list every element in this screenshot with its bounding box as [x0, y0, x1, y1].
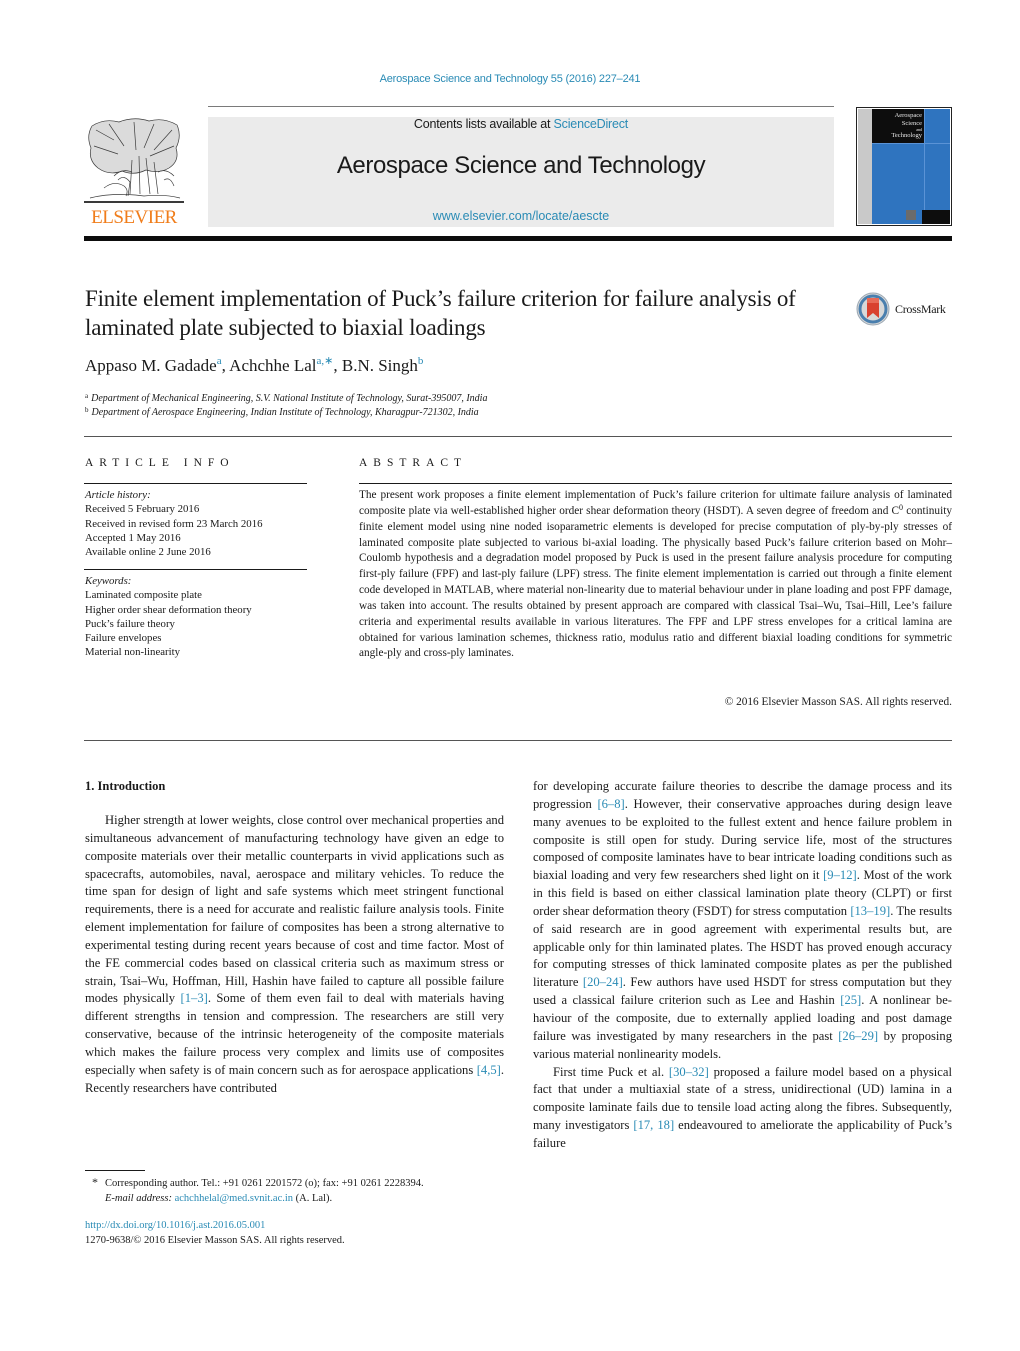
email-suffix: (A. Lal). — [293, 1193, 333, 1204]
elsevier-wordmark: ELSEVIER — [91, 207, 177, 228]
keyword-item: Puck’s failure theory — [85, 617, 175, 630]
abstract-text-part: continuity finite element model using ni… — [359, 504, 953, 660]
citation-link[interactable]: [1–3] — [181, 991, 208, 1005]
contents-line: Contents lists available at ScienceDirec… — [208, 117, 834, 131]
abstract-text: The present work proposes a finite eleme… — [359, 488, 952, 662]
crossmark-icon — [856, 292, 890, 326]
abstract-heading: ABSTRACT — [359, 457, 468, 469]
author-name: B.N. Singh — [341, 356, 418, 375]
cover-bottom-panel — [922, 210, 950, 224]
contents-prefix: Contents lists available at — [413, 117, 554, 131]
footnote: * Corresponding author. Tel.: +91 0261 22… — [85, 1175, 505, 1206]
email-label: E-mail address: — [105, 1193, 172, 1204]
journal-reference-link[interactable]: Aerospace Science and Technology 55 (201… — [0, 73, 1020, 85]
journal-title: Aerospace Science and Technology — [336, 152, 706, 179]
history-item: Received 5 February 2016 — [85, 503, 200, 516]
footnote-rule — [85, 1170, 145, 1171]
history-item: Available online 2 June 2016 — [85, 546, 211, 559]
masthead-bottom-rule — [84, 236, 952, 241]
author-list: Appaso M. Gadadea, Achchhe Lala,∗, B.N. … — [85, 355, 424, 376]
citation-link[interactable]: [4,5] — [477, 1063, 501, 1077]
keyword-item: Failure envelopes — [85, 632, 162, 645]
affiliation-item: a Department of Mechanical Engineering, S… — [85, 392, 487, 406]
body-column-left: Higher strength at lower weights, close … — [85, 812, 504, 1098]
divider — [359, 483, 952, 484]
citation-link[interactable]: [26–29] — [838, 1029, 878, 1043]
corresponding-author-text: Corresponding author. Tel.: +91 0261 220… — [105, 1178, 424, 1189]
elsevier-tree-icon — [84, 118, 184, 203]
sciencedirect-link[interactable]: ScienceDirect — [554, 117, 629, 131]
affiliation-text: Department of Mechanical Engineering, S.… — [91, 393, 488, 404]
cover-title-line: Technology — [891, 132, 922, 139]
keyword-item: Material non-linearity — [85, 646, 181, 659]
crossmark-label: CrossMark — [895, 302, 946, 316]
masthead-box: Contents lists available at ScienceDirec… — [208, 117, 834, 227]
divider — [84, 740, 952, 741]
cover-title-line: Aerospace — [894, 112, 922, 119]
cover-title: Aerospace Science and Technology — [872, 112, 922, 140]
cover-divider — [872, 143, 950, 144]
doi-block: http://dx.doi.org/10.1016/j.ast.2016.05.… — [85, 1218, 345, 1248]
affiliation-text: Department of Aerospace Engineering, Ind… — [91, 407, 479, 418]
author-name: Appaso M. Gadade — [85, 356, 217, 375]
cover-spine-strip — [858, 109, 872, 224]
article-info-heading: ARTICLE INFO — [85, 457, 235, 469]
corresponding-author-note: * Corresponding author. Tel.: +91 0261 22… — [85, 1175, 505, 1191]
history-item: Received in revised form 23 March 2016 — [85, 517, 263, 530]
keywords-label: Keywords: — [85, 575, 132, 587]
author-name: Achchhe Lal — [229, 356, 317, 375]
affiliation-mark: a — [85, 392, 89, 400]
paragraph: for developing accurate failure theories… — [533, 778, 952, 1064]
keyword-item: Laminated composite plate — [85, 589, 202, 602]
affiliations: a Department of Mechanical Engineering, S… — [85, 392, 487, 420]
journal-cover-thumbnail[interactable]: Aerospace Science and Technology — [856, 107, 952, 226]
cover-publisher-logo-icon — [906, 210, 916, 220]
footnote-star: * — [92, 1175, 98, 1189]
citation-link[interactable]: [9–12] — [823, 868, 857, 882]
citation-link[interactable]: [17, 18] — [633, 1118, 674, 1132]
citation-link[interactable]: [6–8] — [597, 797, 624, 811]
crossmark-button[interactable]: CrossMark — [855, 291, 955, 329]
cover-title-line: Science — [901, 119, 922, 127]
article-history: Article history: Received 5 February 201… — [85, 488, 310, 559]
citation-link[interactable]: [25] — [840, 993, 861, 1007]
section-heading-introduction: 1. Introduction — [85, 779, 166, 793]
body-text: First time Puck et al. — [553, 1064, 669, 1079]
cover-divider-vertical — [924, 109, 925, 224]
affiliation-mark: b — [85, 406, 89, 414]
author-affiliation-mark[interactable]: b — [418, 355, 424, 367]
divider — [84, 569, 307, 570]
affiliation-item: b Department of Aerospace Engineering, In… — [85, 406, 487, 420]
abstract-copyright: © 2016 Elsevier Masson SAS. All rights r… — [724, 696, 952, 708]
author-affiliation-mark[interactable]: a — [217, 355, 222, 367]
divider — [84, 483, 307, 484]
article-title: Finite element implementation of Puck’s … — [85, 286, 796, 340]
email-link[interactable]: achchhelal@med.svnit.ac.in — [175, 1193, 293, 1204]
abstract-text-part: The present work proposes a finite eleme… — [359, 489, 952, 517]
elsevier-logo[interactable]: ELSEVIER — [84, 116, 184, 228]
masthead-top-rule — [208, 106, 834, 107]
journal-url-link[interactable]: www.elsevier.com/locate/aescte — [208, 209, 834, 223]
issn-copyright: 1270-9638/© 2016 Elsevier Masson SAS. Al… — [85, 1235, 345, 1246]
keyword-item: Higher order shear deformation theory — [85, 603, 252, 616]
citation-link[interactable]: [30–32] — [669, 1065, 709, 1079]
divider — [84, 436, 952, 437]
author-affiliation-mark[interactable]: a,∗ — [317, 355, 334, 367]
body-text: Higher strength at lower weights, close … — [85, 813, 504, 1006]
body-column-right: for developing accurate failure theories… — [533, 778, 952, 1153]
paragraph: Higher strength at lower weights, close … — [85, 812, 504, 1098]
keywords: Keywords: Laminated composite plate High… — [85, 574, 310, 660]
citation-link[interactable]: [13–19] — [850, 904, 890, 918]
history-item: Accepted 1 May 2016 — [85, 531, 181, 544]
doi-link[interactable]: http://dx.doi.org/10.1016/j.ast.2016.05.… — [85, 1218, 345, 1233]
email-line: E-mail address: achchhelal@med.svnit.ac.… — [85, 1191, 505, 1206]
paragraph: First time Puck et al. [30–32] proposed … — [533, 1064, 952, 1153]
citation-link[interactable]: [20–24] — [583, 975, 623, 989]
article-history-label: Article history: — [85, 489, 151, 501]
